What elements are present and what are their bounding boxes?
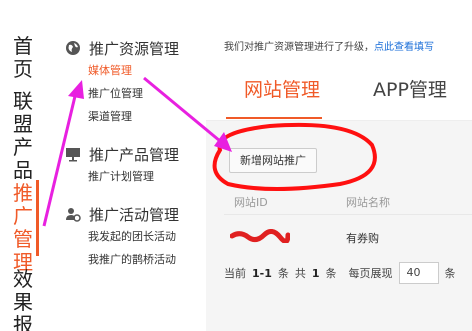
content-panel: 新增网站推广 网站ID 网站名称 有券购 当前 1-1 条 共 1 条 每页展现…: [206, 121, 472, 331]
globe-icon: [65, 40, 81, 56]
group-title-activity[interactable]: 推广活动管理: [65, 203, 179, 225]
secondary-sidebar: 推广资源管理 媒体管理 推广位管理 渠道管理 推广产品管理 推广计划管理 推广活…: [50, 0, 254, 331]
group-resource: 推广资源管理 媒体管理 推广位管理 渠道管理: [65, 37, 179, 128]
header-divider: [224, 214, 472, 215]
upgrade-notice: 我们对推广资源管理进行了升级，点此查看填写: [224, 42, 434, 53]
tab-bar: 网站管理 APP管理: [206, 61, 472, 121]
sidebar-item-adzone[interactable]: 推广位管理: [65, 82, 179, 105]
tab-active-underline: [226, 117, 322, 119]
column-header-site-id: 网站ID: [234, 196, 268, 209]
pager-range: 1-1: [252, 266, 272, 280]
group-title-product[interactable]: 推广产品管理: [65, 143, 179, 165]
primary-nav: 首页 联盟产品 推广管理 效果报: [0, 0, 50, 331]
pagination: 当前 1-1 条 共 1 条 每页展现 40 条: [224, 262, 456, 284]
page-size-input[interactable]: 40: [398, 262, 439, 284]
nav-active-indicator: [36, 180, 39, 256]
monitor-icon: [65, 146, 81, 162]
pager-total: 1: [311, 266, 320, 280]
tab-website[interactable]: 网站管理: [244, 77, 320, 103]
nav-item-promotion[interactable]: 推广管理: [13, 182, 35, 274]
column-header-site-name: 网站名称: [346, 196, 390, 209]
cell-site-name: 有券购: [346, 232, 379, 245]
nav-item-reports[interactable]: 效果报: [13, 268, 35, 331]
nav-item-home[interactable]: 首页: [13, 35, 35, 81]
sidebar-item-leader-activity[interactable]: 我发起的团长活动: [65, 225, 179, 248]
redaction-scribble: [230, 229, 290, 243]
notice-link[interactable]: 点此查看填写: [374, 42, 434, 53]
sidebar-item-channel[interactable]: 渠道管理: [65, 105, 179, 128]
nav-item-products[interactable]: 联盟产品: [13, 90, 35, 182]
gear-user-icon: [65, 206, 81, 222]
group-activity: 推广活动管理 我发起的团长活动 我推广的鹊桥活动: [65, 203, 179, 271]
sidebar-item-plan[interactable]: 推广计划管理: [65, 165, 179, 188]
tab-app[interactable]: APP管理: [373, 77, 447, 103]
add-website-button[interactable]: 新增网站推广: [229, 148, 317, 173]
sidebar-item-bridge-activity[interactable]: 我推广的鹊桥活动: [65, 248, 179, 271]
sidebar-item-media[interactable]: 媒体管理: [65, 59, 179, 82]
group-title-resource[interactable]: 推广资源管理: [65, 37, 179, 59]
group-product: 推广产品管理 推广计划管理: [65, 143, 179, 188]
main-content: 我们对推广资源管理进行了升级，点此查看填写 网站管理 APP管理 新增网站推广 …: [206, 0, 472, 331]
screen: 首页 联盟产品 推广管理 效果报 推广资源管理 媒体管理 推广位管理 渠道管理 …: [0, 0, 472, 331]
